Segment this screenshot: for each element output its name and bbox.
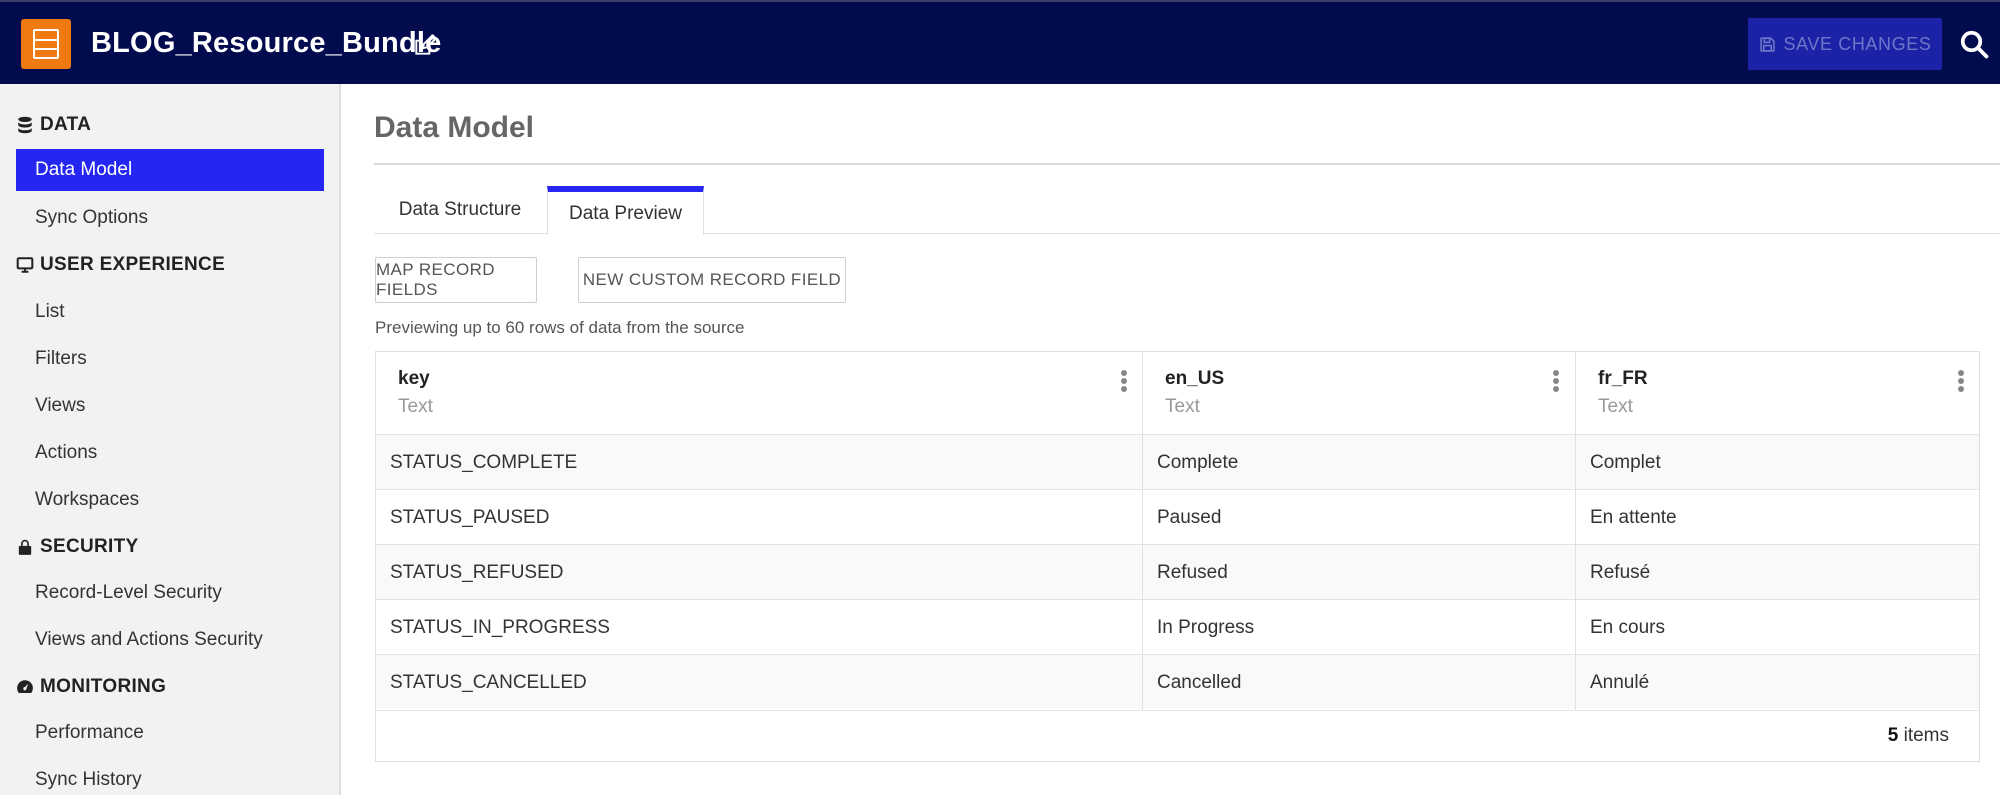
data-preview-table: key Text en_US Text fr_FR Text STATUS_CO… [375, 351, 1980, 762]
cell-en-us: Paused [1157, 507, 1222, 528]
sidebar-item-list[interactable]: List [35, 300, 65, 324]
section-monitoring: MONITORING [16, 676, 166, 698]
cell-key: STATUS_REFUSED [390, 562, 564, 583]
save-icon [1759, 36, 1775, 52]
column-header-fr-fr[interactable]: fr_FR Text [1576, 352, 1979, 434]
cell-fr-fr: Refusé [1590, 562, 1651, 583]
table-row[interactable]: STATUS_PAUSED Paused En attente [376, 489, 1979, 544]
table-footer: 5 items [376, 710, 1979, 762]
new-custom-record-field-button[interactable]: NEW CUSTOM RECORD FIELD [578, 257, 846, 303]
title-divider [374, 163, 2000, 165]
cell-key: STATUS_COMPLETE [390, 452, 578, 473]
tab-data-structure[interactable]: Data Structure [374, 186, 546, 234]
cell-en-us: Cancelled [1157, 672, 1242, 693]
sidebar-item-workspaces[interactable]: Workspaces [35, 488, 139, 512]
save-changes-button[interactable]: SAVE CHANGES [1748, 18, 1942, 70]
cell-key: STATUS_PAUSED [390, 507, 550, 528]
file-cabinet-icon [21, 19, 71, 69]
column-type: Text [1598, 396, 1633, 417]
cell-key: STATUS_IN_PROGRESS [390, 617, 610, 638]
tab-data-preview[interactable]: Data Preview [547, 186, 704, 235]
cell-en-us: In Progress [1157, 617, 1255, 638]
table-row[interactable]: STATUS_IN_PROGRESS In Progress En cours [376, 599, 1979, 654]
sidebar-item-sync-history[interactable]: Sync History [35, 768, 142, 792]
sidebar-item-record-level-security[interactable]: Record-Level Security [35, 581, 222, 605]
column-divider [1575, 352, 1576, 710]
sidebar-item-actions[interactable]: Actions [35, 441, 97, 465]
section-user-experience: USER EXPERIENCE [16, 254, 225, 276]
column-name: fr_FR [1598, 368, 1648, 389]
sidebar-item-views-actions-security[interactable]: Views and Actions Security [35, 628, 263, 652]
sidebar-item-performance[interactable]: Performance [35, 721, 144, 745]
cell-fr-fr: En cours [1590, 617, 1665, 638]
column-header-key[interactable]: key Text [376, 352, 1142, 434]
cell-key: STATUS_CANCELLED [390, 672, 587, 693]
preview-note: Previewing up to 60 rows of data from th… [375, 318, 745, 337]
cell-fr-fr: En attente [1590, 507, 1677, 528]
page-title: Data Model [374, 111, 535, 144]
column-menu-icon[interactable] [1958, 370, 1964, 392]
search-icon[interactable] [1959, 29, 1989, 59]
column-name: en_US [1165, 368, 1225, 389]
table-row[interactable]: STATUS_COMPLETE Complete Complet [376, 434, 1979, 489]
table-row[interactable]: STATUS_REFUSED Refused Refusé [376, 544, 1979, 599]
column-type: Text [1165, 396, 1200, 417]
section-data: DATA [16, 114, 91, 136]
column-divider [1142, 352, 1143, 710]
lock-icon [18, 539, 32, 555]
monitor-icon [16, 257, 34, 273]
sidebar-item-views[interactable]: Views [35, 394, 85, 418]
map-record-fields-button[interactable]: MAP RECORD FIELDS [375, 257, 537, 303]
cell-fr-fr: Annulé [1590, 672, 1650, 693]
column-menu-icon[interactable] [1553, 370, 1559, 392]
column-name: key [398, 368, 430, 389]
cell-fr-fr: Complet [1590, 452, 1661, 473]
edit-icon[interactable] [412, 32, 438, 58]
database-icon [18, 116, 32, 134]
sidebar: DATA Data Model Sync Options USER EXPERI… [0, 84, 341, 795]
cell-en-us: Refused [1157, 562, 1228, 583]
app-title: BLOG_Resource_Bundle [91, 27, 442, 59]
table-row[interactable]: STATUS_CANCELLED Cancelled Annulé [376, 654, 1979, 709]
section-security: SECURITY [16, 536, 138, 558]
column-menu-icon[interactable] [1121, 370, 1127, 392]
column-type: Text [398, 396, 433, 417]
sidebar-item-filters[interactable]: Filters [35, 347, 87, 371]
app-header: BLOG_Resource_Bundle SAVE CHANGES [0, 0, 2000, 84]
cell-en-us: Complete [1157, 452, 1239, 473]
sidebar-item-sync-options[interactable]: Sync Options [35, 206, 148, 230]
gauge-icon [17, 680, 33, 693]
item-count: 5 items [1887, 725, 1949, 746]
sidebar-item-data-model[interactable]: Data Model [16, 149, 324, 191]
column-header-en-us[interactable]: en_US Text [1143, 352, 1575, 434]
save-changes-label: SAVE CHANGES [1783, 33, 1932, 54]
